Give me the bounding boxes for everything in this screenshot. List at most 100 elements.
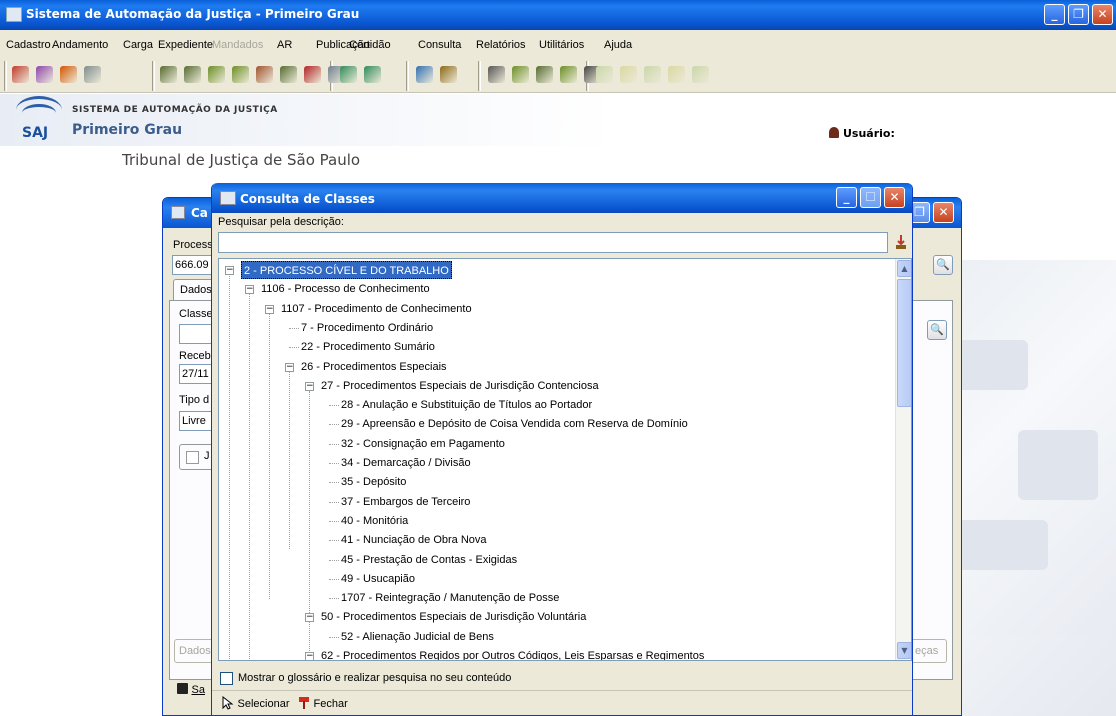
save-button[interactable]: Sa <box>177 683 205 696</box>
toolbar-tool-icon[interactable] <box>440 66 457 83</box>
toolbar-tool-icon[interactable] <box>668 66 685 83</box>
tree-connector <box>329 463 339 464</box>
tree-node[interactable]: 26 - Procedimentos Especiais <box>301 358 447 376</box>
toolbar-tool-icon[interactable] <box>232 66 249 83</box>
toolbar-tool-icon[interactable] <box>512 66 529 83</box>
save-icon <box>177 683 188 694</box>
tree-connector <box>329 559 339 561</box>
tree-node[interactable]: 28 - Anulação e Substituição de Títulos … <box>341 396 592 414</box>
minimize-button[interactable]: _ <box>1044 4 1065 25</box>
search-input[interactable] <box>218 232 888 253</box>
search-action-icon[interactable] <box>894 233 908 251</box>
tree-collapse-icon[interactable]: − <box>285 362 294 372</box>
menu-item-andamento[interactable]: Andamento <box>52 39 108 51</box>
tree-node[interactable]: 2 - PROCESSO CÍVEL E DO TRABALHO <box>241 261 452 279</box>
tree-connector <box>329 520 339 522</box>
dialog-close-button[interactable]: ✕ <box>884 187 905 208</box>
menu-item-carga[interactable]: Carga <box>123 39 153 51</box>
class-tree[interactable]: ▲ ▼ −2 - PROCESSO CÍVEL E DO TRABALHO −11… <box>218 258 912 661</box>
toolbar-tool-icon[interactable] <box>12 66 29 83</box>
cadastro-close-button[interactable]: ✕ <box>933 202 954 223</box>
dados-button-label: Dados <box>179 645 211 657</box>
toolbar-tool-icon[interactable] <box>280 66 297 83</box>
menu-item-mandados: Mandados <box>212 39 264 51</box>
checkbox[interactable] <box>186 451 199 464</box>
tree-vertical-scrollbar[interactable]: ▲ ▼ <box>895 259 911 660</box>
toolbar-tool-icon[interactable] <box>560 66 577 83</box>
tree-node[interactable]: 34 - Demarcação / Divisão <box>341 454 471 472</box>
tree-node[interactable]: 1107 - Procedimento de Conhecimento <box>281 300 472 318</box>
tree-collapse-icon[interactable]: − <box>305 652 314 660</box>
scroll-up-arrow-icon[interactable]: ▲ <box>897 260 911 277</box>
close-dialog-button[interactable]: Fechar <box>298 696 348 714</box>
tree-node[interactable]: 40 - Monitória <box>341 512 408 530</box>
tree-node[interactable]: 1707 - Reintegração / Manutenção de Poss… <box>341 589 559 607</box>
tree-collapse-icon[interactable]: − <box>305 381 314 391</box>
tree-node[interactable]: 52 - Alienação Judicial de Bens <box>341 628 494 646</box>
toolbar-tool-icon[interactable] <box>208 66 225 83</box>
menu-item-ajuda[interactable]: Ajuda <box>604 39 632 51</box>
toolbar-tool-icon[interactable] <box>184 66 201 83</box>
tree-collapse-icon[interactable]: − <box>225 266 234 275</box>
dialog-minimize-button[interactable]: _ <box>836 187 857 208</box>
tree-node[interactable]: 37 - Embargos de Terceiro <box>341 493 470 511</box>
scroll-thumb[interactable] <box>897 279 911 407</box>
menu-item-expediente[interactable]: Expediente <box>158 39 213 51</box>
processo-search-button[interactable]: 🔍 <box>933 255 953 275</box>
toolbar-tool-icon[interactable] <box>416 66 433 83</box>
dados-button[interactable]: Dados <box>174 639 214 663</box>
toolbar-tool-icon[interactable] <box>304 66 321 83</box>
menu-item-cadastro[interactable]: Cadastro <box>6 39 51 51</box>
glossary-checkbox-label: Mostrar o glossário e realizar pesquisa … <box>238 672 512 684</box>
tree-collapse-icon[interactable]: − <box>245 285 254 295</box>
processo-label: Process <box>173 239 213 251</box>
tree-node[interactable]: 1106 - Processo de Conhecimento <box>261 280 430 298</box>
pecas-button-label: eças <box>915 645 939 657</box>
tree-guide-line <box>269 314 270 599</box>
toolbar-tool-icon[interactable] <box>596 66 613 83</box>
tree-node[interactable]: 50 - Procedimentos Especiais de Jurisdiç… <box>321 608 586 626</box>
classe-search-button[interactable]: 🔍 <box>927 320 947 340</box>
restore-button[interactable]: ❐ <box>1068 4 1089 25</box>
toolbar-tool-icon[interactable] <box>256 66 273 83</box>
menu-item-consulta[interactable]: Consulta <box>418 39 461 51</box>
menu-item-relat-rios[interactable]: Relatórios <box>476 39 526 51</box>
tree-node[interactable]: 35 - Depósito <box>341 473 406 491</box>
toolbar-tool-icon[interactable] <box>160 66 177 83</box>
tree-collapse-icon[interactable]: − <box>265 304 274 314</box>
toolbar-tool-icon[interactable] <box>84 66 101 83</box>
toolbar-tool-icon[interactable] <box>364 66 381 83</box>
toolbar-tool-icon[interactable] <box>536 66 553 83</box>
cadastro-window-title: Ca <box>191 206 208 220</box>
tree-node[interactable]: 41 - Nunciação de Obra Nova <box>341 531 487 549</box>
toolbar-tool-icon[interactable] <box>644 66 661 83</box>
toolbar-tool-icon[interactable] <box>340 66 357 83</box>
tree-node[interactable]: 27 - Procedimentos Especiais de Jurisdiç… <box>321 377 599 395</box>
menu-item-certid-o[interactable]: Certidão <box>349 39 391 51</box>
toolbar-tool-icon[interactable] <box>36 66 53 83</box>
tree-node[interactable]: 29 - Apreensão e Depósito de Coisa Vendi… <box>341 415 688 433</box>
select-cursor-icon <box>222 695 234 710</box>
tree-collapse-icon[interactable]: − <box>305 613 314 623</box>
menu-item-utilit-rios[interactable]: Utilitários <box>539 39 584 51</box>
scroll-down-arrow-icon[interactable]: ▼ <box>897 642 911 659</box>
tree-node[interactable]: 7 - Procedimento Ordinário <box>301 319 433 337</box>
toolbar-tool-icon[interactable] <box>60 66 77 83</box>
select-button[interactable]: Selecionar <box>220 695 289 714</box>
banner-band <box>0 94 880 146</box>
dialog-maximize-button[interactable]: ☐ <box>860 187 881 208</box>
tree-connector <box>329 482 339 484</box>
tree-node[interactable]: 22 - Procedimento Sumário <box>301 338 435 356</box>
tree-node[interactable]: 49 - Usucapião <box>341 570 415 588</box>
toolbar-tool-icon[interactable] <box>620 66 637 83</box>
tab-dados-label: Dados <box>180 284 212 296</box>
tree-node[interactable]: 32 - Consignação em Pagamento <box>341 435 505 453</box>
tree-node[interactable]: 45 - Prestação de Contas - Exigidas <box>341 551 517 569</box>
glossary-checkbox[interactable] <box>220 672 233 685</box>
toolbar-tool-icon[interactable] <box>488 66 505 83</box>
toolbar-tool-icon[interactable] <box>692 66 709 83</box>
tree-node[interactable]: 62 - Procedimentos Regidos por Outros Có… <box>321 647 704 660</box>
close-button[interactable]: ✕ <box>1092 4 1113 25</box>
pecas-button[interactable]: eças <box>911 639 947 663</box>
menu-item-ar[interactable]: AR <box>277 39 292 51</box>
